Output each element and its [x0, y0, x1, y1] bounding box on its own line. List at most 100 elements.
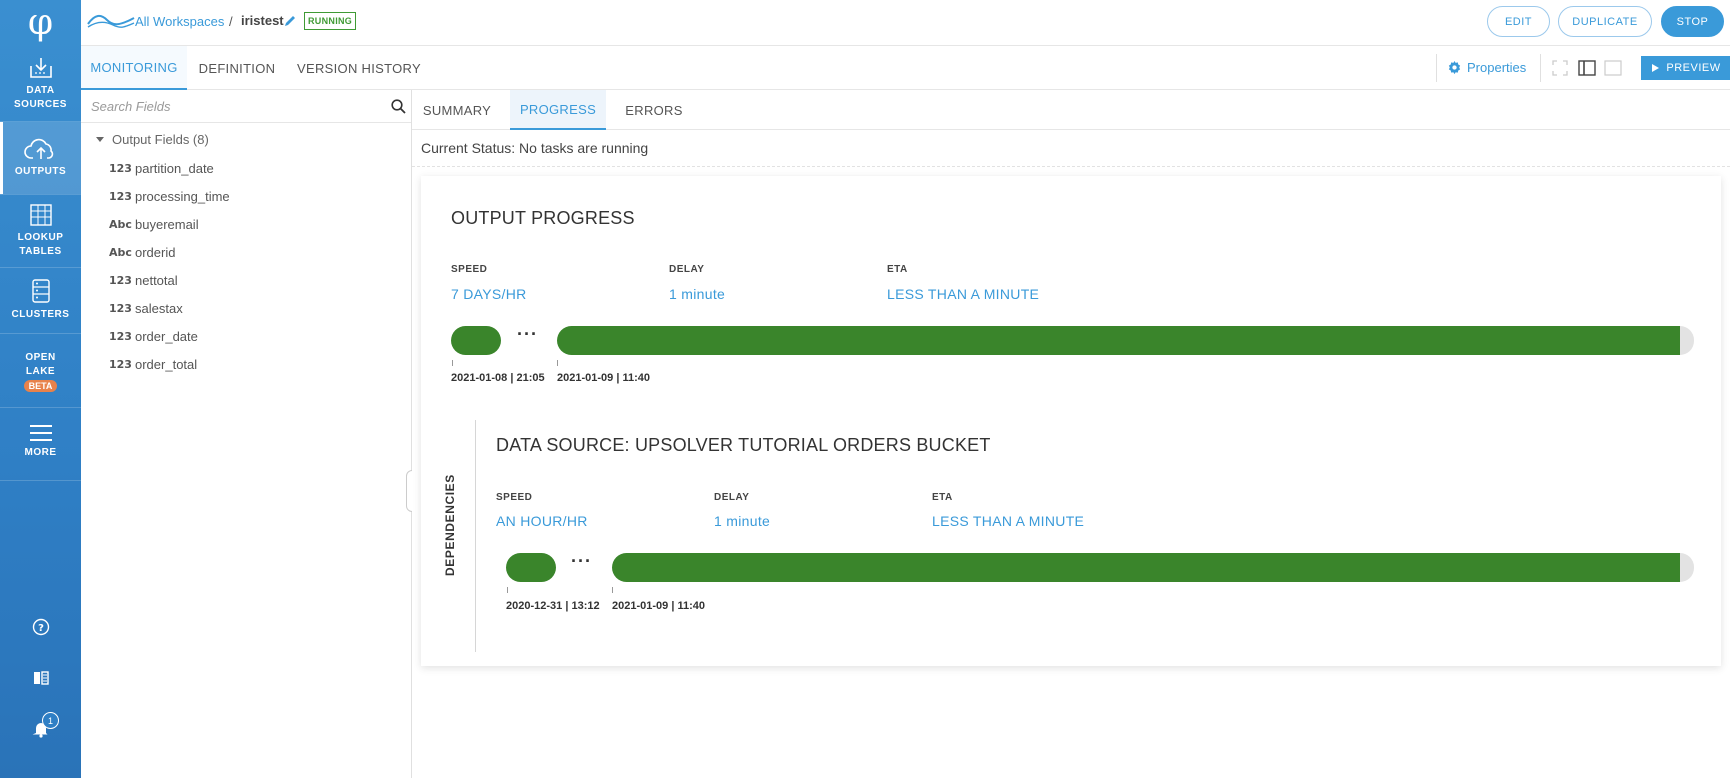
delay-value: 1 minute — [669, 286, 726, 302]
status-divider — [412, 166, 1730, 167]
progress-content: SUMMARY PROGRESS ERRORS Current Status: … — [412, 90, 1730, 778]
tab-summary[interactable]: SUMMARY — [412, 90, 502, 130]
field-name: salestax — [135, 300, 183, 316]
timeline-tick — [557, 360, 558, 366]
dep-delay-label: DELAY — [714, 492, 750, 503]
timeline-tick — [612, 587, 613, 593]
tab-progress[interactable]: PROGRESS — [510, 90, 606, 130]
nav-label-clusters: CLUSTERS — [11, 309, 70, 320]
nav-item-more[interactable]: MORE — [0, 412, 81, 472]
docs-button[interactable] — [0, 663, 81, 693]
field-row[interactable]: 123 salestax — [109, 298, 183, 318]
field-type-icon: Abc — [109, 245, 132, 259]
toolbar-divider — [1436, 54, 1437, 82]
output-fields-group-label: Output Fields (8) — [112, 132, 209, 147]
tab-version-history[interactable]: VERSION HISTORY — [293, 46, 425, 90]
beta-badge: BETA — [23, 379, 58, 392]
field-row[interactable]: 123 order_total — [109, 354, 197, 374]
tab-definition[interactable]: DEFINITION — [187, 46, 287, 90]
field-row[interactable]: 123 partition_date — [109, 158, 214, 178]
dep-speed-value: AN HOUR/HR — [496, 513, 588, 529]
pencil-icon[interactable] — [283, 14, 297, 28]
data-source-title: DATA SOURCE: UPSOLVER TUTORIAL ORDERS BU… — [496, 435, 991, 455]
split-left-layout-icon[interactable] — [1578, 60, 1596, 76]
status-badge: RUNNING — [304, 12, 357, 30]
field-row[interactable]: Abc orderid — [109, 242, 175, 262]
delay-label: DELAY — [669, 264, 705, 275]
nav-label-more: MORE — [24, 447, 57, 458]
nav-item-lookup-tables[interactable]: LOOKUP TABLES — [0, 195, 81, 267]
svg-text:?: ? — [38, 623, 44, 634]
preview-label: PREVIEW — [1666, 62, 1721, 74]
field-row[interactable]: Abc buyeremail — [109, 214, 199, 234]
nav-item-open-lake[interactable]: OPEN LAKE BETA — [0, 340, 81, 402]
nav-item-clusters[interactable]: CLUSTERS — [0, 268, 81, 332]
hamburger-icon — [29, 425, 52, 441]
dep-delay-value: 1 minute — [714, 513, 771, 529]
search-icon[interactable] — [391, 99, 406, 114]
caret-down-icon — [96, 137, 104, 142]
help-button[interactable]: ? — [0, 612, 81, 642]
progress-ellipsis: ··· — [517, 324, 538, 344]
sub-tabs: SUMMARY PROGRESS ERRORS — [412, 90, 1730, 130]
breadcrumb-separator: / — [229, 14, 233, 29]
notifications-button[interactable] — [0, 714, 81, 744]
search-fields-input[interactable] — [91, 96, 371, 116]
main-tabs: MONITORING DEFINITION VERSION HISTORY Pr… — [81, 46, 1730, 90]
panel-layout-icon[interactable] — [1604, 60, 1622, 76]
output-end-time: 2021-01-09 | 11:40 — [557, 372, 650, 384]
notification-count-badge: 1 — [42, 712, 59, 729]
breadcrumb-all-workspaces[interactable]: All Workspaces — [135, 14, 224, 29]
table-icon — [29, 204, 52, 226]
cloud-upload-icon — [23, 138, 53, 159]
preview-button[interactable]: PREVIEW — [1641, 56, 1730, 80]
output-progress-title: OUTPUT PROGRESS — [451, 208, 635, 228]
field-type-icon: 123 — [109, 301, 132, 315]
speed-label: SPEED — [451, 264, 488, 275]
output-start-time: 2021-01-08 | 21:05 — [451, 372, 545, 384]
field-type-icon: 123 — [109, 161, 132, 175]
field-type-icon: 123 — [109, 189, 132, 203]
field-name: order_date — [135, 328, 198, 344]
speed-value: 7 DAYS/HR — [451, 286, 527, 302]
dep-progress-start-pill — [506, 553, 556, 582]
field-row[interactable]: 123 nettotal — [109, 270, 178, 290]
search-bar — [81, 90, 411, 123]
field-row[interactable]: 123 processing_time — [109, 186, 230, 206]
field-type-icon: 123 — [109, 273, 132, 287]
field-row[interactable]: 123 order_date — [109, 326, 198, 346]
field-name: partition_date — [135, 160, 214, 176]
dep-progress-remaining — [1680, 553, 1694, 582]
nav-item-outputs[interactable]: OUTPUTS — [0, 122, 81, 194]
dep-speed-label: SPEED — [496, 492, 533, 503]
book-icon — [33, 671, 49, 685]
progress-start-pill — [451, 326, 501, 355]
tab-monitoring[interactable]: MONITORING — [81, 46, 187, 90]
properties-button[interactable]: Properties — [1447, 60, 1526, 75]
edit-button[interactable]: EDIT — [1487, 6, 1550, 37]
help-icon: ? — [32, 618, 49, 636]
dependencies-label: DEPENDENCIES — [443, 474, 457, 576]
server-icon — [31, 279, 50, 303]
top-bar: All Workspaces / iristest RUNNING EDIT D… — [81, 0, 1730, 46]
field-name: processing_time — [135, 188, 230, 204]
play-icon — [1652, 64, 1660, 72]
fullscreen-icon[interactable] — [1552, 60, 1568, 76]
field-name: nettotal — [135, 272, 178, 288]
workspaces-wave-icon — [87, 14, 135, 28]
output-fields-group[interactable]: Output Fields (8) — [93, 132, 209, 147]
nav-label-outputs: OUTPUTS — [14, 166, 67, 177]
nav-item-data-sources[interactable]: DATA SOURCES — [0, 48, 81, 120]
field-name: order_total — [135, 356, 198, 372]
upsolver-logo[interactable]: φ — [0, 0, 81, 46]
side-nav: φ DATA SOURCES OUTPUTS LOOKUP TABLES CLU — [0, 0, 81, 778]
field-name: orderid — [135, 244, 176, 260]
timeline-tick — [507, 587, 508, 593]
duplicate-button[interactable]: DUPLICATE — [1558, 6, 1652, 37]
nav-label-lookup-tables: LOOKUP TABLES — [17, 232, 64, 257]
field-type-icon: Abc — [109, 217, 132, 231]
tab-errors[interactable]: ERRORS — [614, 90, 694, 130]
current-status-text: Current Status: No tasks are running — [421, 140, 649, 156]
stop-button[interactable]: STOP — [1661, 6, 1724, 37]
output-progress-bar — [557, 326, 1680, 355]
